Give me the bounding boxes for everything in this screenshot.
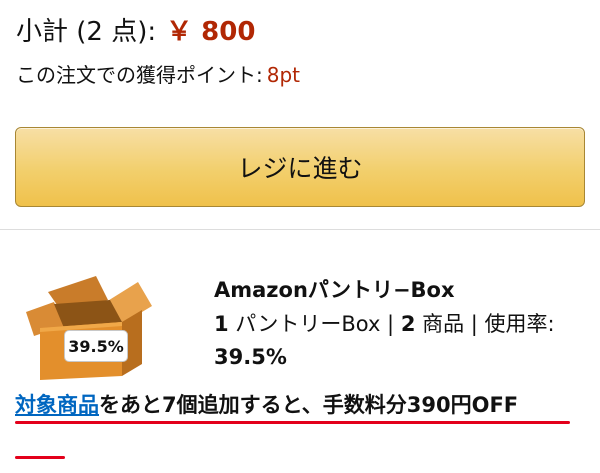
section-divider — [0, 229, 600, 230]
proceed-to-checkout-button[interactable]: レジに進む — [15, 127, 585, 207]
annotation-underline — [15, 421, 570, 424]
pantry-box-details: 1 パントリーBox | 2 商品 | 使用率: 39.5% — [214, 308, 586, 374]
subtotal: 小計 (2 点): ￥ 800 — [16, 14, 255, 50]
promo-message: 対象商品をあと7個追加すると、手数料分390円OFF — [15, 388, 590, 423]
points-earned: この注文での獲得ポイント: 8pt — [16, 60, 300, 90]
items-unit: 商品 | 使用率: — [415, 312, 555, 336]
annotation-underline — [15, 456, 65, 459]
cardboard-box-icon: 39.5% — [18, 272, 158, 382]
subtotal-price: ￥ 800 — [166, 17, 256, 47]
checkout-label: レジに進む — [237, 154, 363, 183]
box-count: 1 — [214, 312, 229, 336]
eligible-items-link[interactable]: 対象商品 — [15, 393, 99, 417]
item-count: 2 — [400, 312, 416, 336]
points-label: この注文での獲得ポイント: — [16, 63, 263, 87]
usage-badge: 39.5% — [64, 330, 128, 362]
usage-rate: 39.5% — [214, 345, 287, 369]
pantry-box-title: Amazonパントリ−Box — [214, 278, 455, 302]
promo-text: をあと7個追加すると、手数料分390円OFF — [99, 393, 519, 417]
points-value: 8pt — [266, 63, 301, 87]
box-unit: パントリーBox | — [228, 312, 401, 336]
subtotal-label: 小計 (2 点): — [16, 17, 157, 47]
